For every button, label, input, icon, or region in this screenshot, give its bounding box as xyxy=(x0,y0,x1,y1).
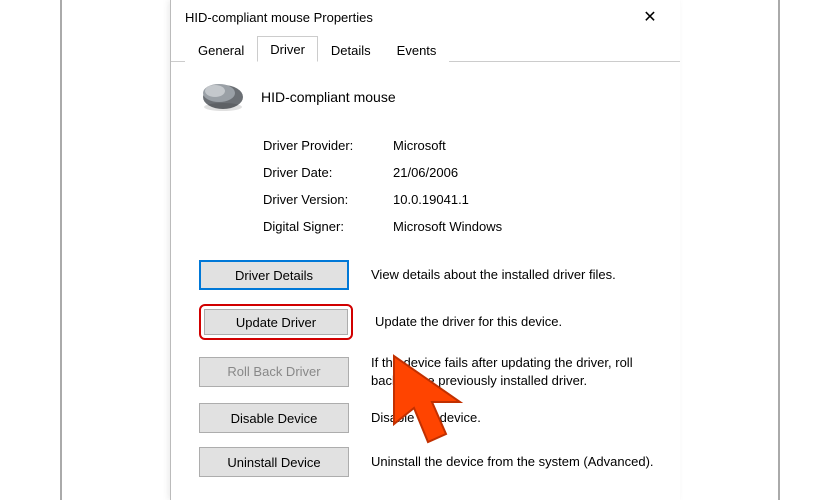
device-name: HID-compliant mouse xyxy=(261,89,396,105)
update-highlight: Update Driver xyxy=(199,304,353,340)
info-row-signer: Digital Signer: Microsoft Windows xyxy=(263,219,662,234)
device-header: HID-compliant mouse xyxy=(199,80,662,114)
close-icon: ✕ xyxy=(643,7,656,27)
action-buttons: Driver Details View details about the in… xyxy=(199,260,662,477)
driver-details-button[interactable]: Driver Details xyxy=(199,260,349,290)
provider-value: Microsoft xyxy=(393,138,446,153)
signer-label: Digital Signer: xyxy=(263,219,393,234)
close-button[interactable]: ✕ xyxy=(628,2,672,32)
tabstrip: General Driver Details Events xyxy=(171,34,680,62)
version-value: 10.0.19041.1 xyxy=(393,192,469,207)
properties-dialog: HID-compliant mouse Properties ✕ General… xyxy=(170,0,680,500)
info-row-version: Driver Version: 10.0.19041.1 xyxy=(263,192,662,207)
date-label: Driver Date: xyxy=(263,165,393,180)
disable-device-button[interactable]: Disable Device xyxy=(199,403,349,433)
action-row-uninstall: Uninstall Device Uninstall the device fr… xyxy=(199,447,662,477)
tab-details[interactable]: Details xyxy=(318,37,384,62)
driver-info: Driver Provider: Microsoft Driver Date: … xyxy=(263,138,662,234)
disable-device-desc: Disable the device. xyxy=(371,409,662,427)
tab-content: HID-compliant mouse Driver Provider: Mic… xyxy=(171,62,680,477)
action-row-disable: Disable Device Disable the device. xyxy=(199,403,662,433)
signer-value: Microsoft Windows xyxy=(393,219,502,234)
version-label: Driver Version: xyxy=(263,192,393,207)
tab-general[interactable]: General xyxy=(185,37,257,62)
action-row-update: Update Driver Update the driver for this… xyxy=(199,304,662,340)
uninstall-device-desc: Uninstall the device from the system (Ad… xyxy=(371,453,662,471)
action-row-rollback: Roll Back Driver If the device fails aft… xyxy=(199,354,662,389)
mouse-icon xyxy=(199,80,247,114)
rollback-driver-desc: If the device fails after updating the d… xyxy=(371,354,662,389)
provider-label: Driver Provider: xyxy=(263,138,393,153)
tab-driver[interactable]: Driver xyxy=(257,36,318,62)
tab-events[interactable]: Events xyxy=(384,37,450,62)
rollback-driver-button: Roll Back Driver xyxy=(199,357,349,387)
info-row-provider: Driver Provider: Microsoft xyxy=(263,138,662,153)
action-row-details: Driver Details View details about the in… xyxy=(199,260,662,290)
window-title: HID-compliant mouse Properties xyxy=(185,10,628,25)
uninstall-device-button[interactable]: Uninstall Device xyxy=(199,447,349,477)
update-driver-button[interactable]: Update Driver xyxy=(204,309,348,335)
update-driver-desc: Update the driver for this device. xyxy=(375,313,662,331)
date-value: 21/06/2006 xyxy=(393,165,458,180)
info-row-date: Driver Date: 21/06/2006 xyxy=(263,165,662,180)
titlebar: HID-compliant mouse Properties ✕ xyxy=(171,0,680,34)
driver-details-desc: View details about the installed driver … xyxy=(371,266,662,284)
